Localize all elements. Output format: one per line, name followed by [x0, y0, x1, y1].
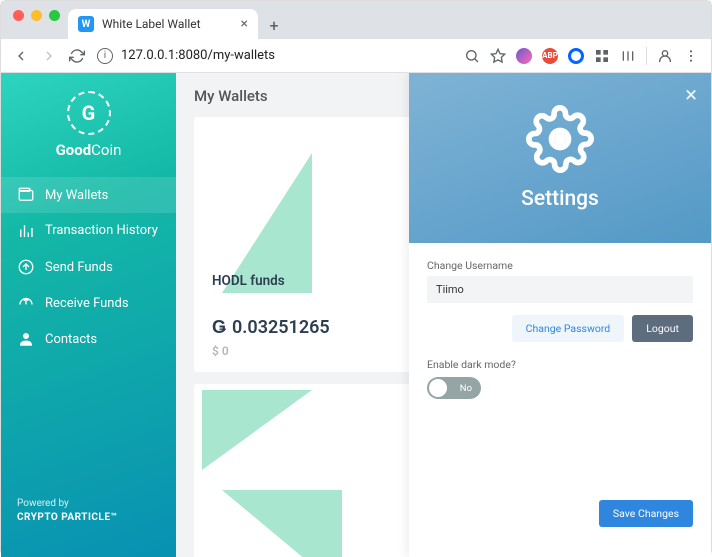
sidebar-item-my-wallets[interactable]: My Wallets [1, 177, 176, 213]
close-icon[interactable]: × [685, 83, 697, 108]
address-bar[interactable]: i 127.0.0.1:8080/my-wallets [97, 48, 452, 64]
settings-panel: × Settings Change Username Change Passwo… [409, 73, 711, 557]
url-text: 127.0.0.1:8080/my-wallets [121, 48, 275, 63]
toolbar-divider [646, 47, 647, 65]
sidebar-item-transaction-history[interactable]: Transaction History [1, 213, 176, 249]
settings-body: Change Username Change Password Logout E… [409, 243, 711, 557]
history-icon [17, 222, 35, 240]
new-tab-button[interactable]: + [260, 11, 288, 39]
tab-title: White Label Wallet [102, 17, 201, 31]
sidebar-item-send-funds[interactable]: Send Funds [1, 249, 176, 285]
maximize-window-icon[interactable] [49, 10, 60, 21]
brand-name: GoodCoin [56, 141, 122, 159]
sidebar-item-contacts[interactable]: Contacts [1, 321, 176, 357]
star-icon[interactable] [490, 48, 506, 64]
forward-button[interactable] [41, 48, 57, 64]
powered-line2: CRYPTO PARTICLE™ [17, 511, 160, 525]
profile-icon[interactable] [657, 48, 673, 64]
contacts-icon [17, 330, 35, 348]
sidebar: G GoodCoin My Wallets Transaction Histor… [1, 73, 176, 557]
back-button[interactable] [13, 48, 29, 64]
send-icon [17, 258, 35, 276]
card-decoration [202, 390, 312, 470]
site-info-icon[interactable]: i [97, 48, 113, 64]
sidebar-nav: My Wallets Transaction History Send Fund… [1, 177, 176, 357]
save-row: Save Changes [427, 500, 693, 541]
toggle-knob [429, 379, 447, 397]
minimize-window-icon[interactable] [31, 10, 42, 21]
browser-tab-strip: W White Label Wallet × + [1, 1, 711, 39]
save-button[interactable]: Save Changes [599, 500, 693, 527]
extension-grid-icon[interactable] [594, 48, 610, 64]
powered-line1: Powered by [17, 497, 160, 511]
currency-icon: Ǥ [212, 317, 226, 338]
brand-logo: G GoodCoin [1, 91, 176, 159]
sidebar-item-receive-funds[interactable]: Receive Funds [1, 285, 176, 321]
wallet-icon [17, 186, 35, 204]
browser-tab[interactable]: W White Label Wallet × [68, 9, 258, 39]
balance-amount: 0.03251265 [232, 317, 330, 338]
wallet-balance: Ǥ 0.03251265 [212, 317, 679, 338]
sidebar-item-label: Receive Funds [45, 296, 129, 311]
main-content: My Wallets HODL funds Ǥ 0.03251265 $ 0 S… [176, 73, 711, 557]
extension-bars-icon[interactable] [620, 48, 636, 64]
extension-icon[interactable] [516, 48, 532, 64]
app-root: G GoodCoin My Wallets Transaction Histor… [1, 73, 711, 557]
gear-icon [526, 105, 594, 177]
powered-by: Powered by CRYPTO PARTICLE™ [1, 483, 176, 539]
logo-icon: G [67, 91, 111, 135]
close-window-icon[interactable] [13, 10, 24, 21]
wallet-usd: $ 0 [212, 344, 679, 358]
dark-mode-label: Enable dark mode? [427, 358, 693, 371]
reload-button[interactable] [69, 48, 85, 64]
wallet-name: HODL funds [212, 273, 679, 289]
dark-mode-toggle[interactable]: No [427, 377, 481, 399]
toolbar-right: ABP [464, 47, 699, 65]
browser-toolbar: i 127.0.0.1:8080/my-wallets ABP [1, 39, 711, 73]
window-controls [9, 1, 66, 39]
card-decoration [222, 153, 312, 293]
settings-header: × Settings [409, 73, 711, 243]
settings-title: Settings [521, 187, 599, 211]
search-icon[interactable] [464, 48, 480, 64]
username-label: Change Username [427, 259, 693, 272]
sidebar-item-label: Contacts [45, 332, 97, 347]
toggle-value: No [460, 383, 472, 394]
extension-circle-icon[interactable] [568, 48, 584, 64]
card-decoration [222, 490, 342, 557]
receive-icon [17, 294, 35, 312]
favicon-icon: W [78, 16, 94, 32]
menu-icon[interactable] [683, 48, 699, 64]
adblock-icon[interactable]: ABP [542, 48, 558, 64]
close-tab-icon[interactable]: × [241, 16, 248, 32]
sidebar-item-label: Send Funds [45, 260, 113, 275]
sidebar-item-label: Transaction History [45, 223, 158, 239]
sidebar-item-label: My Wallets [45, 188, 108, 203]
